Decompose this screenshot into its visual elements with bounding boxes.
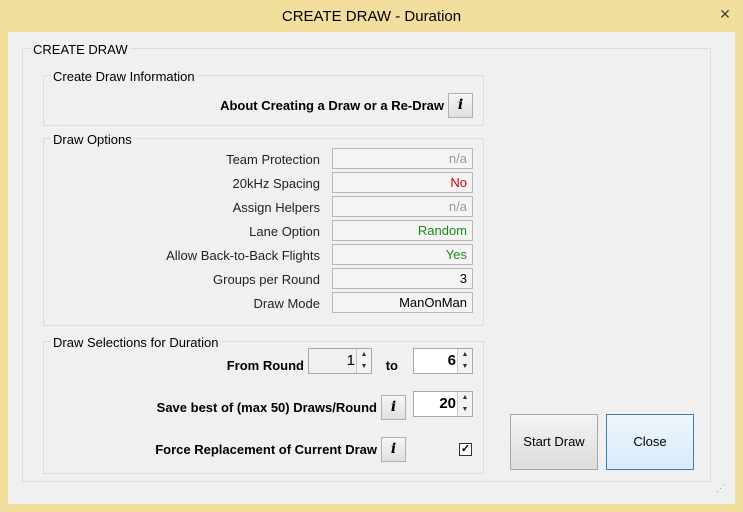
- to-round-stepper[interactable]: 6 ▲ ▼: [413, 348, 473, 374]
- option-label-20khz-spacing: 20kHz Spacing: [232, 176, 320, 191]
- save-best-info-button[interactable]: i: [381, 395, 406, 420]
- force-replacement-checkbox[interactable]: ✓: [459, 443, 472, 456]
- close-button[interactable]: Close: [606, 414, 694, 470]
- save-best-value: 20: [439, 395, 456, 412]
- create-draw-legend: CREATE DRAW: [31, 42, 130, 57]
- about-creating-draw-label: About Creating a Draw or a Re-Draw: [220, 98, 444, 113]
- option-label-draw-mode: Draw Mode: [253, 296, 320, 311]
- title-bar[interactable]: CREATE DRAW - Duration ✕: [0, 0, 743, 32]
- force-replacement-label: Force Replacement of Current Draw: [155, 442, 377, 457]
- to-round-down-icon[interactable]: ▼: [457, 361, 472, 373]
- save-best-down-icon[interactable]: ▼: [457, 404, 472, 416]
- draw-info-legend: Create Draw Information: [51, 69, 197, 84]
- option-label-team-protection: Team Protection: [226, 152, 320, 167]
- start-draw-button[interactable]: Start Draw: [510, 414, 598, 470]
- option-value-assign-helpers: n/a: [332, 196, 473, 217]
- about-draw-info-button[interactable]: i: [448, 93, 473, 118]
- option-label-groups-per-round: Groups per Round: [213, 272, 320, 287]
- resize-grip-icon[interactable]: ⋰: [716, 483, 725, 494]
- from-round-stepper[interactable]: 1 ▲ ▼: [308, 348, 372, 374]
- from-round-down-icon[interactable]: ▼: [356, 361, 371, 373]
- window-border-left: [0, 32, 8, 512]
- window-border-bottom: [0, 504, 743, 512]
- option-value-team-protection: n/a: [332, 148, 473, 169]
- window-title: CREATE DRAW - Duration: [281, 8, 462, 25]
- to-label: to: [385, 358, 398, 373]
- option-value-groups-per-round: 3: [332, 268, 473, 289]
- from-round-value: 1: [346, 352, 355, 369]
- option-label-assign-helpers: Assign Helpers: [232, 200, 320, 215]
- option-label-back-to-back: Allow Back-to-Back Flights: [166, 248, 320, 263]
- option-value-back-to-back: Yes: [332, 244, 473, 265]
- option-value-20khz-spacing: No: [332, 172, 473, 193]
- window-border-right: [735, 32, 743, 512]
- client-area: CREATE DRAW Create Draw Information Abou…: [8, 32, 735, 504]
- option-label-lane-option: Lane Option: [249, 224, 320, 239]
- to-round-value: 6: [447, 352, 456, 369]
- draw-selections-legend: Draw Selections for Duration: [51, 335, 221, 350]
- save-best-label: Save best of (max 50) Draws/Round: [156, 400, 377, 415]
- save-best-stepper[interactable]: 20 ▲ ▼: [413, 391, 473, 417]
- option-value-draw-mode: ManOnMan: [332, 292, 473, 313]
- option-value-lane-option: Random: [332, 220, 473, 241]
- close-window-icon[interactable]: ✕: [711, 0, 739, 28]
- draw-options-legend: Draw Options: [51, 132, 134, 147]
- from-round-label: From Round: [226, 358, 304, 373]
- force-replacement-info-button[interactable]: i: [381, 437, 406, 462]
